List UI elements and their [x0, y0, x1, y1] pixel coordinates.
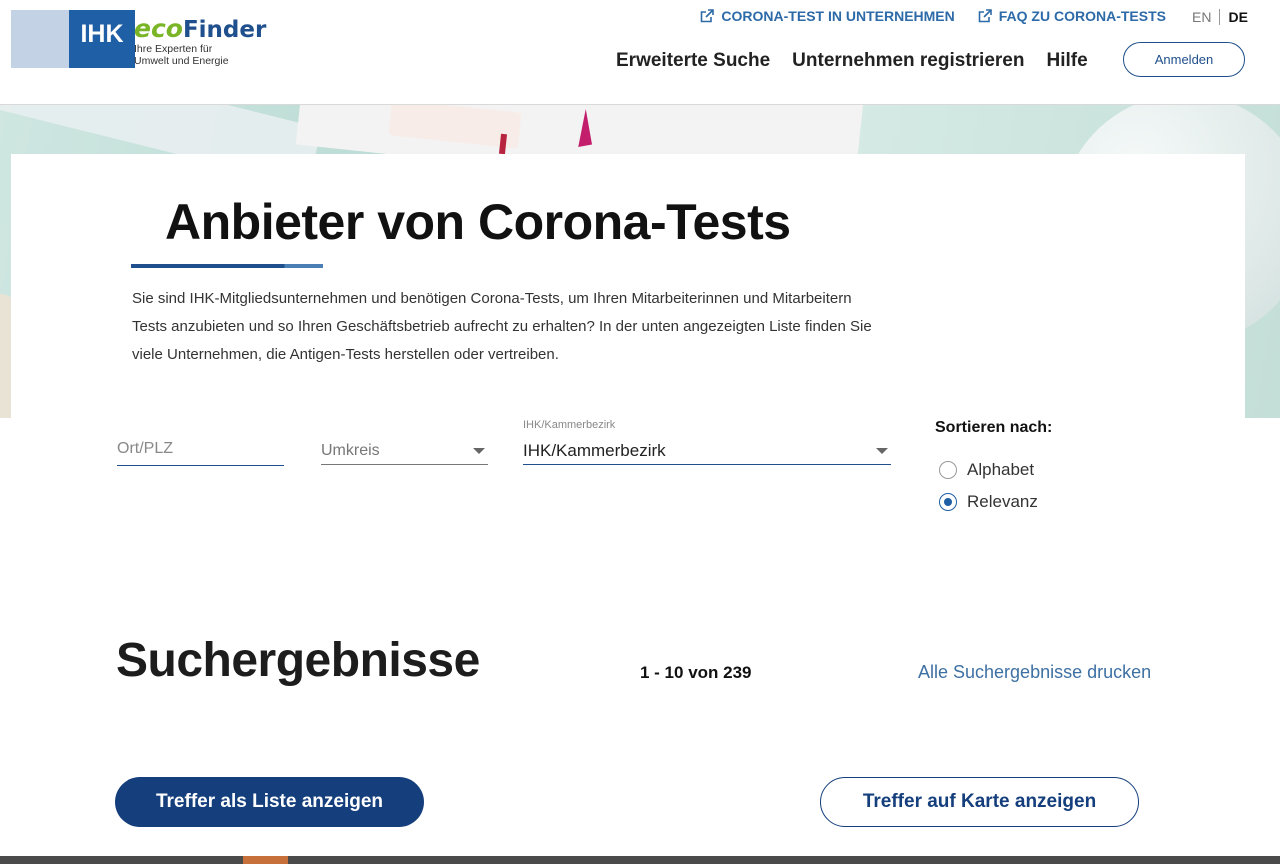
- logo-tagline: Ihre Experten für Umwelt und Energie: [134, 43, 229, 67]
- sort-option-alphabet[interactable]: Alphabet: [939, 460, 1034, 480]
- corona-test-link-label: CORONA-TEST IN UNTERNEHMEN: [721, 8, 955, 24]
- caret-down-icon: [876, 447, 888, 454]
- corona-test-link[interactable]: CORONA-TEST IN UNTERNEHMEN: [699, 8, 955, 24]
- logo-tagline-line2: Umwelt und Energie: [134, 55, 229, 67]
- caret-down-icon: [473, 447, 485, 454]
- results-count: 1 - 10 von 239: [640, 663, 752, 682]
- nav-hilfe[interactable]: Hilfe: [1046, 50, 1087, 72]
- print-all-results-link[interactable]: Alle Suchergebnisse drucken: [918, 662, 1151, 683]
- logo-tagline-line1: Ihre Experten für: [134, 43, 213, 55]
- ihk-ecofinder-logo[interactable]: IHK ecoFinder Ihre Experten für Umwelt u…: [11, 10, 266, 68]
- umkreis-select[interactable]: Umkreis: [321, 437, 488, 465]
- nav-erweiterte-suche[interactable]: Erweiterte Suche: [616, 50, 770, 72]
- login-button[interactable]: Anmelden: [1123, 42, 1245, 77]
- logo-finder: Finder: [182, 17, 267, 43]
- sort-title: Sortieren nach:: [935, 419, 1053, 436]
- main-nav: Erweiterte Suche Unternehmen registriere…: [616, 50, 1088, 72]
- results-title: Suchergebnisse: [116, 634, 480, 687]
- nav-unternehmen-registrieren[interactable]: Unternehmen registrieren: [792, 50, 1024, 72]
- lang-en[interactable]: EN: [1192, 9, 1221, 25]
- logo-light-block: [11, 10, 69, 68]
- external-link-icon: [978, 9, 992, 23]
- footer-strip: [0, 856, 1280, 864]
- language-switch: EN DE: [1192, 9, 1248, 25]
- ort-plz-input[interactable]: [117, 440, 284, 458]
- top-links: CORONA-TEST IN UNTERNEHMEN FAQ ZU CORONA…: [699, 8, 1166, 24]
- ihk-select-label: IHK/Kammerbezirk: [523, 419, 616, 431]
- sort-option-relevanz-label: Relevanz: [967, 492, 1038, 511]
- site-header: IHK ecoFinder Ihre Experten für Umwelt u…: [0, 0, 1280, 105]
- logo-eco: eco: [134, 14, 183, 43]
- faq-corona-link-label: FAQ ZU CORONA-TESTS: [998, 8, 1166, 24]
- sort-option-alphabet-label: Alphabet: [967, 460, 1035, 479]
- radio-unchecked-icon[interactable]: [939, 461, 957, 479]
- logo-ihk-box: IHK: [69, 10, 135, 68]
- radio-checked-icon[interactable]: [939, 493, 957, 511]
- page-title: Anbieter von Corona-Tests: [165, 194, 791, 250]
- umkreis-value: Umkreis: [321, 441, 380, 459]
- lang-de[interactable]: DE: [1220, 9, 1247, 25]
- ort-plz-field: [117, 440, 284, 466]
- footer-accent: [243, 856, 288, 864]
- faq-corona-link[interactable]: FAQ ZU CORONA-TESTS: [977, 8, 1166, 24]
- intro-text: Sie sind IHK-Mitgliedsunternehmen und be…: [132, 290, 872, 363]
- title-underline: [131, 264, 323, 268]
- logo-wordmark: ecoFinder: [134, 14, 266, 44]
- sort-option-relevanz[interactable]: Relevanz: [939, 492, 1038, 512]
- show-map-button[interactable]: Treffer auf Karte anzeigen: [820, 777, 1139, 827]
- external-link-icon: [701, 9, 715, 23]
- ihk-kammerbezirk-select[interactable]: IHK/Kammerbezirk: [523, 437, 891, 465]
- show-list-button[interactable]: Treffer als Liste anzeigen: [115, 777, 424, 827]
- ihk-select-value: IHK/Kammerbezirk: [523, 440, 666, 460]
